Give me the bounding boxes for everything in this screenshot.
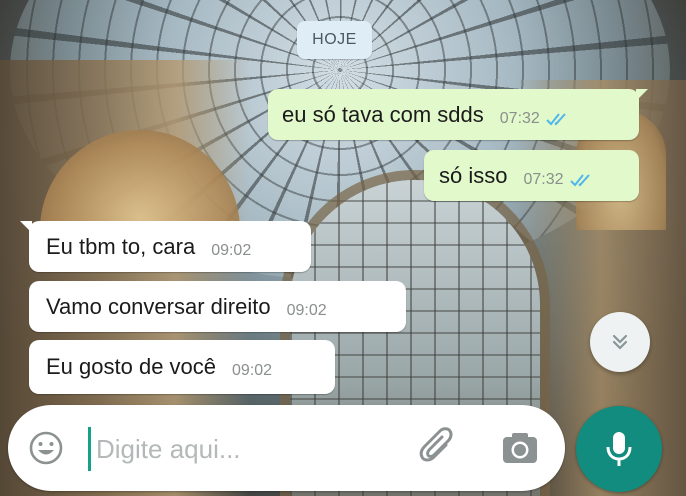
camera-icon	[503, 433, 537, 463]
message-text: só isso	[439, 162, 508, 188]
message-input[interactable]	[96, 425, 396, 473]
message-text: Vamo conversar direito	[46, 293, 271, 319]
message-text: eu só tava com sdds	[282, 101, 484, 127]
emoji-smiley-icon	[29, 431, 63, 465]
message-time: 07:32	[499, 109, 540, 127]
emoji-button[interactable]	[26, 428, 66, 468]
double-chevron-down-icon	[612, 334, 628, 350]
message-time: 09:02	[232, 362, 273, 379]
voice-record-button[interactable]	[576, 406, 662, 492]
message-bubble-incoming[interactable]: Eu tbm to, cara 09:02	[20, 221, 311, 272]
message-composer	[8, 405, 565, 491]
message-text: Eu tbm to, cara	[46, 233, 196, 259]
paperclip-icon	[419, 427, 453, 462]
message-time: 09:02	[211, 241, 252, 259]
message-bubble-incoming[interactable]: Eu gosto de você 09:02	[29, 340, 335, 394]
message-time: 07:32	[523, 170, 564, 188]
message-bubble-outgoing[interactable]: eu só tava com sdds 07:32	[268, 89, 648, 140]
message-bubble-incoming[interactable]: Vamo conversar direito 09:02	[29, 281, 406, 332]
attach-button[interactable]	[416, 425, 460, 471]
scroll-to-bottom-button[interactable]	[590, 312, 650, 372]
double-check-read-icon	[546, 112, 570, 126]
microphone-icon	[606, 432, 632, 466]
message-bubble-outgoing[interactable]: só isso 07:32	[424, 150, 639, 201]
message-time: 09:02	[286, 301, 327, 319]
camera-button[interactable]	[498, 427, 542, 471]
message-text: Eu gosto de você	[46, 354, 217, 379]
date-separator: HOJE	[297, 21, 372, 59]
text-cursor	[88, 427, 91, 471]
double-check-read-icon	[569, 173, 594, 187]
